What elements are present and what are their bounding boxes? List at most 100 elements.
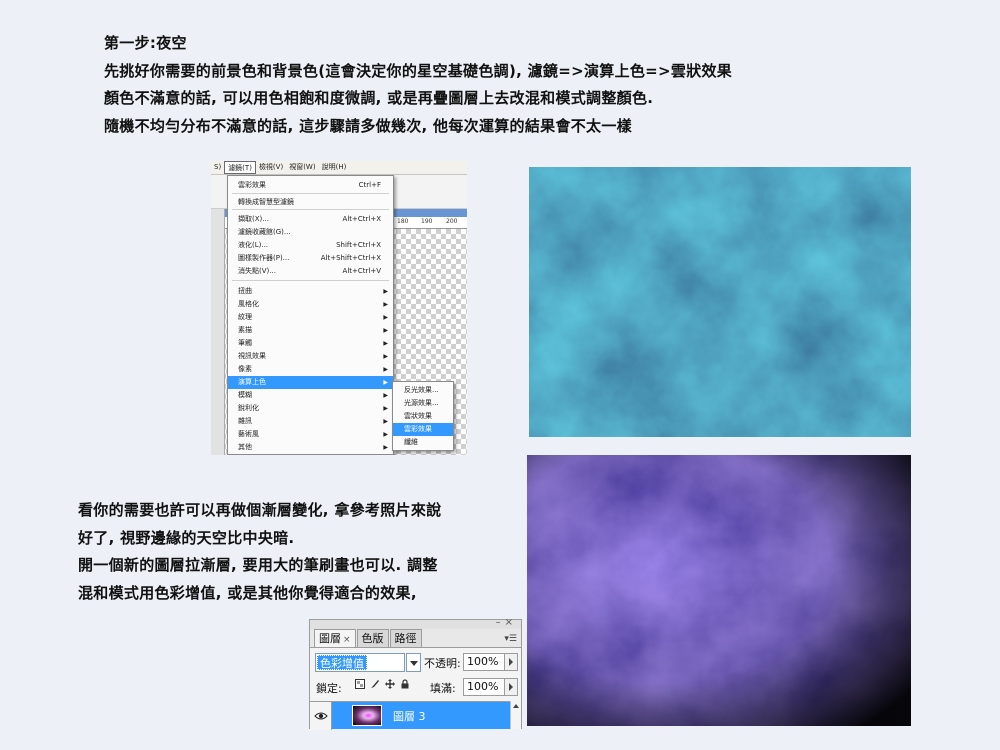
render-submenu-item[interactable]: 光源效果... [393,397,453,410]
menu-item-label: 其他 [238,443,252,451]
filter-menu-item[interactable]: 藝術風 ▶ [228,428,393,441]
chevron-down-icon [410,661,418,666]
menu-item-shortcut: Alt+Shift+Ctrl+X [320,254,381,262]
menubar-item[interactable]: 濾鏡(T) [224,161,256,174]
triangle-right-icon [509,658,513,666]
panel-tabs: 圖層 × 色版 路徑 [314,629,423,648]
menu-item-label: 雜訊 [238,417,252,425]
layer-thumbnail [352,705,382,726]
filter-menu-item[interactable]: 雜訊 ▶ [228,415,393,428]
fill-field[interactable]: 100% [463,678,505,696]
triangle-right-icon: ▶ [383,418,388,425]
filter-menu-item[interactable]: 像素 ▶ [228,363,393,376]
triangle-right-icon: ▶ [383,314,388,321]
menubar-item[interactable]: 說明(H) [319,161,350,174]
menubar-item[interactable]: S) [211,161,224,174]
menu-separator [232,280,389,281]
menu-item-label: 銳利化 [238,404,259,412]
brush-icon[interactable] [370,679,380,689]
menu-item-shortcut: Shift+Ctrl+X [336,241,381,249]
blend-mode-select[interactable]: 色彩增值 [315,653,405,672]
vertical-ruler [211,209,225,455]
render-submenu-item[interactable]: 反光效果... [393,384,453,397]
layers-scrollbar[interactable] [510,701,521,729]
intro-line-2: 顏色不滿意的話, 可以用色相飽和度微調, 或是再疊圖層上去改混和模式調整顏色. [104,89,654,107]
render-submenu-item[interactable]: 雲彩效果 [393,423,453,436]
blend-mode-dropdown-button[interactable] [406,653,421,672]
menu-item-label: 像素 [238,365,252,373]
filter-menu-item[interactable]: 銳利化 ▶ [228,402,393,415]
filter-menu-item[interactable]: 風格化 ▶ [228,298,393,311]
filter-menu-item[interactable]: 素描 ▶ [228,324,393,337]
intro-text: 第一步:夜空 先挑好你需要的前景色和背景色(這會決定你的星空基礎色調), 濾鏡=… [104,30,994,140]
gradient-line-3: 開一個新的圖層拉漸層, 要用大的筆刷畫也可以. 調整 [78,556,438,574]
filter-menu-item[interactable]: 消失點(V)... Alt+Ctrl+V [228,265,393,278]
cloud-render-purple [527,455,911,726]
triangle-right-icon: ▶ [383,392,388,399]
cloud-purple-texture [527,455,911,726]
filter-menu-item[interactable]: 轉換成智慧型濾鏡 [228,196,393,209]
filter-menu-item[interactable]: 雲彩效果 Ctrl+F [228,179,393,192]
filter-menu-item[interactable]: 紋理 ▶ [228,311,393,324]
menubar-item[interactable]: 檢視(V) [256,161,286,174]
lock-transparent-pixels-icon[interactable] [355,679,365,689]
menu-item-label: 素描 [238,326,252,334]
filter-menu-item[interactable]: 筆觸 ▶ [228,337,393,350]
render-submenu-item[interactable]: 雲狀效果 [393,410,453,423]
lock-label: 鎖定: [316,682,342,695]
triangle-right-icon: ▶ [383,431,388,438]
intro-line-1: 先挑好你需要的前景色和背景色(這會決定你的星空基礎色調), 濾鏡=>演算上色=>… [104,61,733,80]
menu-item-label: 演算上色 [238,378,266,386]
blend-mode-value: 色彩增值 [317,655,367,670]
gradient-text: 看你的需要也許可以再做個漸層變化, 拿參考照片來說 好了, 視野邊緣的天空比中央… [78,497,518,607]
layer-row[interactable]: 圖層 3 [310,701,510,730]
minimize-icon[interactable]: – [496,617,505,628]
menu-item-label: 轉換成智慧型濾鏡 [238,198,294,206]
filter-menu-item[interactable]: 演算上色 ▶ [228,376,393,389]
fill-slider-button[interactable] [504,678,518,696]
gradient-line-1: 看你的需要也許可以再做個漸層變化, 拿參考照片來說 [78,501,442,519]
menu-item-shortcut: Alt+Ctrl+V [342,267,381,275]
tab-layers[interactable]: 圖層 × [314,629,356,648]
move-icon[interactable] [385,679,395,689]
opacity-field[interactable]: 100% [463,653,505,671]
triangle-right-icon: ▶ [383,353,388,360]
opacity-slider-button[interactable] [504,653,518,671]
gradient-line-4: 混和模式用色彩增值, 或是其他你覺得適合的效果, [78,583,417,602]
panel-menu-icon[interactable]: ▾☰ [504,634,517,644]
menu-item-label: 圖樣製作器(P)... [238,254,290,262]
lock-icon[interactable] [400,679,410,689]
filter-menu-item[interactable]: 圖樣製作器(P)... Alt+Shift+Ctrl+X [228,252,393,265]
menubar-item[interactable]: 視窗(W) [286,161,318,174]
intro-line-3: 隨機不均勻分布不滿意的話, 這步驟請多做幾次, 他每次運算的結果會不太一樣 [104,116,632,135]
tab-paths[interactable]: 路徑 [389,629,422,648]
step-title: 第一步:夜空 [104,34,187,52]
close-icon[interactable]: × [343,635,351,645]
triangle-right-icon: ▶ [383,288,388,295]
render-submenu-item[interactable]: 纖維 [393,436,453,449]
opacity-label: 不透明: [424,657,461,670]
layer-name[interactable]: 圖層 3 [393,708,426,724]
filter-menu-item[interactable]: 其他 ▶ [228,441,393,454]
menu-item-label: 藝術風 [238,430,259,438]
filter-menu-screenshot: S)濾鏡(T)檢視(V)視窗(W)說明(H) 110 180190200 雲彩效… [211,161,467,455]
layers-panel: –× 圖層 × 色版 路徑 ▾☰ 色彩增值 不透明: 100% 鎖定: 填滿: 1… [309,617,522,730]
filter-menu-item[interactable]: 濾鏡收藏館(G)... [228,226,393,239]
menu-separator [232,193,389,194]
tab-channels[interactable]: 色版 [356,629,389,648]
triangle-right-icon [509,683,513,691]
menu-item-shortcut: Alt+Ctrl+X [342,215,381,223]
scroll-up-icon[interactable] [513,704,519,708]
menu-item-label: 視訊效果 [238,352,266,360]
menu-item-label: 風格化 [238,300,259,308]
layer-visibility-toggle[interactable] [310,702,332,730]
menu-item-label: 模糊 [238,391,252,399]
filter-menu-item[interactable]: 模糊 ▶ [228,389,393,402]
menu-separator [232,209,389,210]
close-icon[interactable]: × [505,617,517,628]
filter-menu-item[interactable]: 液化(L)... Shift+Ctrl+X [228,239,393,252]
filter-menu-item[interactable]: 視訊效果 ▶ [228,350,393,363]
filter-menu-item[interactable]: 擷取(X)... Alt+Ctrl+X [228,213,393,226]
filter-menu-item[interactable]: 扭曲 ▶ [228,285,393,298]
ruler-number: 190 [421,218,433,225]
